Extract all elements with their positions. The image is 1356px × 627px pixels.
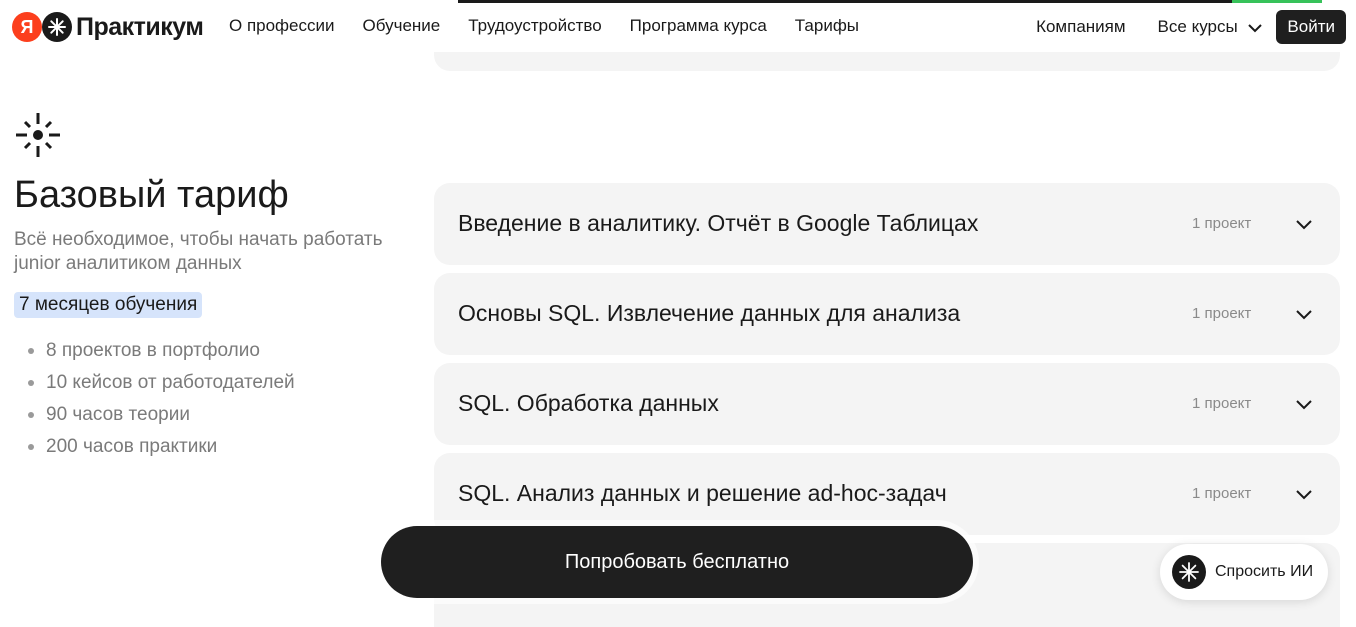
all-courses-dropdown[interactable]: Все курсы	[1158, 17, 1263, 37]
progress-track	[458, 0, 1322, 3]
yandex-logo-icon: Я	[12, 12, 42, 42]
module-accordion-sql-basics[interactable]: Основы SQL. Извлечение данных для анализ…	[434, 273, 1340, 355]
ask-ai-button[interactable]: Спросить ИИ	[1160, 544, 1328, 600]
module-accordion-sql-adhoc[interactable]: SQL. Анализ данных и решение ad-hoc-зада…	[434, 453, 1340, 535]
feature-label: 8 проектов в портфолио	[46, 340, 260, 361]
ask-ai-label: Спросить ИИ	[1215, 563, 1314, 580]
module-project-count: 1 проект	[1192, 215, 1252, 232]
feature-label: 200 часов практики	[46, 436, 218, 457]
nav-item-employment[interactable]: Трудоустройство	[468, 16, 601, 36]
tariff-description: Всё необходимое, чтобы начать работать j…	[14, 229, 383, 274]
site-header: Я Практикум О профессии Обучение Трудоус…	[0, 0, 1356, 52]
module-title: SQL. Обработка данных	[458, 390, 719, 416]
module-project-count: 1 проект	[1192, 395, 1252, 412]
feature-item: 90 часов теории	[28, 403, 295, 435]
sparkle-icon	[1172, 555, 1206, 589]
logo[interactable]: Я Практикум	[12, 12, 204, 42]
feature-label: 90 часов теории	[46, 404, 190, 425]
feature-item: 10 кейсов от работодателей	[28, 371, 295, 403]
module-accordion-intro-analytics[interactable]: Введение в аналитику. Отчёт в Google Таб…	[434, 183, 1340, 265]
bullet	[28, 444, 34, 450]
module-accordion-sql-processing[interactable]: SQL. Обработка данных 1 проект	[434, 363, 1340, 445]
module-title: Введение в аналитику. Отчёт в Google Таб…	[458, 210, 979, 236]
progress-fill	[1232, 0, 1322, 3]
chevron-down-icon	[1296, 310, 1312, 320]
chevron-down-icon	[1296, 490, 1312, 500]
header-actions: Компаниям Все курсы Войти	[1036, 10, 1346, 44]
module-title: Основы SQL. Извлечение данных для анализ…	[458, 300, 961, 326]
features-list: 8 проектов в портфолио 10 кейсов от рабо…	[28, 339, 295, 467]
login-button[interactable]: Войти	[1276, 10, 1346, 44]
chevron-down-icon	[1296, 400, 1312, 410]
nav-item-program[interactable]: Программа курса	[630, 16, 767, 36]
praktikum-star-icon	[42, 12, 72, 42]
tariff-title: Базовый тариф	[14, 174, 289, 216]
try-free-button[interactable]: Попробовать бесплатно	[381, 526, 973, 598]
companies-link[interactable]: Компаниям	[1036, 17, 1125, 37]
nav-item-learning[interactable]: Обучение	[363, 16, 441, 36]
module-project-count: 1 проект	[1192, 305, 1252, 322]
chevron-down-icon	[1296, 220, 1312, 230]
duration-badge: 7 месяцев обучения	[14, 292, 203, 318]
nav-item-tariffs[interactable]: Тарифы	[795, 16, 859, 36]
bullet	[28, 412, 34, 418]
feature-item: 8 проектов в портфолио	[28, 339, 295, 371]
module-title: SQL. Анализ данных и решение ad-hoc-зада…	[458, 480, 947, 506]
all-courses-label: Все курсы	[1157, 17, 1238, 36]
feature-label: 10 кейсов от работодателей	[46, 372, 295, 393]
sparkle-icon	[16, 113, 60, 157]
bullet	[28, 348, 34, 354]
logo-text: Практикум	[76, 12, 204, 41]
main-nav: О профессии Обучение Трудоустройство Про…	[229, 16, 887, 36]
chevron-down-icon	[1248, 23, 1263, 32]
module-project-count: 1 проект	[1192, 485, 1252, 502]
feature-item: 200 часов практики	[28, 435, 295, 467]
nav-item-about[interactable]: О профессии	[229, 16, 335, 36]
bullet	[28, 380, 34, 386]
